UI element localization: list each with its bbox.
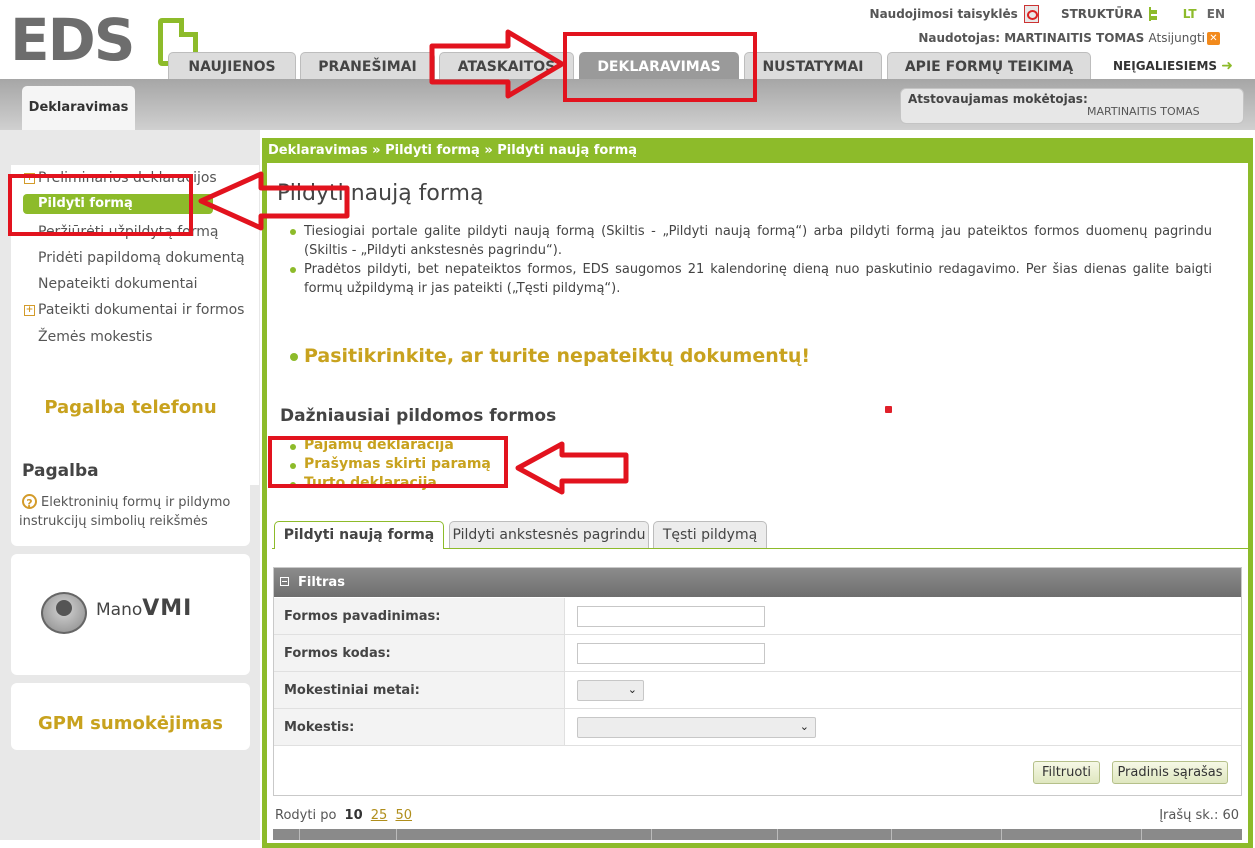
annotation-arrow-left (515, 441, 629, 495)
user-label: Naudotojas: MARTINAITIS TOMAS (918, 31, 1145, 45)
expand-plus-icon[interactable]: + (24, 305, 35, 316)
mano-prefix: Mano (96, 600, 143, 620)
filter-panel: Filtras Formos pavadinimas: Formos kodas… (273, 567, 1242, 796)
column-divider (891, 829, 892, 840)
column-divider (396, 829, 397, 840)
mano-vmi-box[interactable]: ManoVMI (11, 554, 250, 675)
tab-naujienos[interactable]: NAUJIENOS (168, 52, 296, 79)
lang-lt-link[interactable]: LT (1183, 7, 1197, 21)
sidebar-item-nepateikti[interactable]: Nepateikti dokumentai (38, 276, 198, 292)
form-name-input[interactable] (577, 606, 765, 627)
subtab-deklaravimas[interactable]: Deklaravimas (22, 86, 135, 131)
chevron-down-icon: ⌄ (799, 720, 809, 733)
chevron-down-icon: ⌄ (627, 683, 637, 696)
arrow-right-icon: ➜ (1221, 58, 1233, 74)
gpm-label: GPM sumokėjimas (38, 713, 223, 734)
tab-nustatymai[interactable]: NUSTATYMAI (744, 52, 882, 79)
accessibility-link[interactable]: NEĮGALIESIEMS ➜ (1113, 58, 1233, 74)
sidebar-item-zemes-mokestis[interactable]: Žemės mokestis (38, 329, 153, 345)
column-divider (299, 829, 300, 840)
filter-row-year: Mokestiniai metai: ⌄ (274, 672, 1241, 709)
gpm-box[interactable]: GPM sumokėjimas (11, 683, 250, 750)
tab-testi-pildyma[interactable]: Tęsti pildymą (653, 521, 767, 548)
page-size-25[interactable]: 25 (371, 808, 388, 823)
form-code-label: Formos kodas: (274, 635, 565, 671)
info-item: Pradėtos pildyti, bet nepateiktos formos… (290, 260, 1212, 298)
tax-year-select[interactable]: ⌄ (577, 680, 644, 701)
breadcrumb: Deklaravimas » Pildyti formą » Pildyti n… (268, 143, 638, 158)
logout-link[interactable]: Atsijungti (1149, 31, 1206, 45)
tax-label: Mokestis: (274, 709, 565, 745)
filter-header[interactable]: Filtras (274, 568, 1241, 597)
red-marker (885, 406, 892, 413)
tax-select[interactable]: ⌄ (577, 717, 816, 738)
filter-button[interactable]: Filtruoti (1033, 761, 1100, 784)
annotation-box-tab (563, 32, 757, 102)
phone-help-label: Pagalba telefonu (44, 397, 217, 418)
form-code-input[interactable] (577, 643, 765, 664)
bullet-icon (290, 352, 298, 361)
user-avatar-icon (41, 592, 87, 634)
filter-row-code: Formos kodas: (274, 635, 1241, 672)
column-divider (777, 829, 778, 840)
tax-year-label: Mokestiniai metai: (274, 672, 565, 708)
mano-suffix: VMI (142, 596, 193, 621)
tree-icon (1148, 7, 1161, 21)
mano-vmi-logo: ManoVMI (96, 596, 192, 621)
form-name-label: Formos pavadinimas: (274, 598, 565, 634)
help-box: Pagalba ? Elektroninių formų ir pildymo … (11, 443, 250, 546)
phone-help-box[interactable]: Pagalba telefonu (11, 367, 250, 433)
tab-pildyti-nauja[interactable]: Pildyti naują formą (274, 521, 444, 549)
check-link-label: Pasitikrinkite, ar turite nepateiktų dok… (304, 345, 811, 367)
logo-text: EDS (10, 6, 136, 74)
column-divider (651, 829, 652, 840)
tab-pranesimai[interactable]: PRANEŠIMAI (300, 52, 435, 79)
page-size-10[interactable]: 10 (345, 808, 363, 823)
payer-label: Atstovaujamas mokėtojas: (908, 92, 1088, 106)
table-header (273, 829, 1242, 840)
record-count: Įrašų sk.: 60 (1159, 808, 1239, 823)
help-title: Pagalba (22, 461, 99, 481)
column-divider (1141, 829, 1142, 840)
info-list: Tiesiogiai portale galite pildyti naują … (290, 222, 1212, 298)
check-unsubmitted-link[interactable]: Pasitikrinkite, ar turite nepateiktų dok… (290, 345, 810, 367)
reset-list-button[interactable]: Pradinis sąrašas (1112, 761, 1228, 784)
accessibility-label: NEĮGALIESIEMS (1113, 59, 1218, 73)
filter-row-tax: Mokestis: ⌄ (274, 709, 1241, 746)
filter-row-name: Formos pavadinimas: (274, 598, 1241, 635)
top-links: Naudojimosi taisyklės STRUKTŪRA LT EN (864, 5, 1225, 23)
show-label: Rodyti po (275, 808, 337, 823)
annotation-arrow-right (429, 29, 565, 99)
payer-box: Atstovaujamas mokėtojas: MARTINAITIS TOM… (900, 88, 1244, 124)
structure-link[interactable]: STRUKTŪRA (1061, 7, 1143, 21)
collapse-icon[interactable] (280, 577, 289, 586)
annotation-box-form (268, 436, 508, 488)
close-icon[interactable]: ✕ (1207, 32, 1220, 45)
tab-apie-formu-teikima[interactable]: APIE FORMŲ TEIKIMĄ (887, 52, 1091, 79)
filter-title: Filtras (298, 575, 345, 590)
column-divider (1001, 829, 1002, 840)
sidebar-item-pateikti[interactable]: Pateikti dokumentai ir formos (38, 302, 244, 318)
sidebar-item-prideti-dokumenta[interactable]: Pridėti papildomą dokumentą (38, 250, 245, 266)
help-link[interactable]: Elektroninių formų ir pildymo instrukcij… (19, 493, 244, 531)
frequent-forms-title: Dažniausiai pildomos formos (280, 406, 557, 426)
pdf-icon[interactable] (1023, 5, 1039, 23)
page-size-50[interactable]: 50 (395, 808, 412, 823)
lang-en-link[interactable]: EN (1207, 7, 1225, 21)
annotation-arrow-left (198, 171, 350, 231)
user-line: Naudotojas: MARTINAITIS TOMAS Atsijungti… (918, 31, 1220, 45)
payer-name: MARTINAITIS TOMAS (1087, 105, 1200, 118)
annotation-box-sidebar (8, 174, 193, 236)
rules-link[interactable]: Naudojimosi taisyklės (870, 7, 1018, 21)
info-item: Tiesiogiai portale galite pildyti naują … (290, 222, 1212, 260)
page-size-selector: Rodyti po 10 25 50 (275, 808, 412, 823)
tab-pildyti-ankstesnes[interactable]: Pildyti ankstesnės pagrindu (449, 521, 649, 548)
